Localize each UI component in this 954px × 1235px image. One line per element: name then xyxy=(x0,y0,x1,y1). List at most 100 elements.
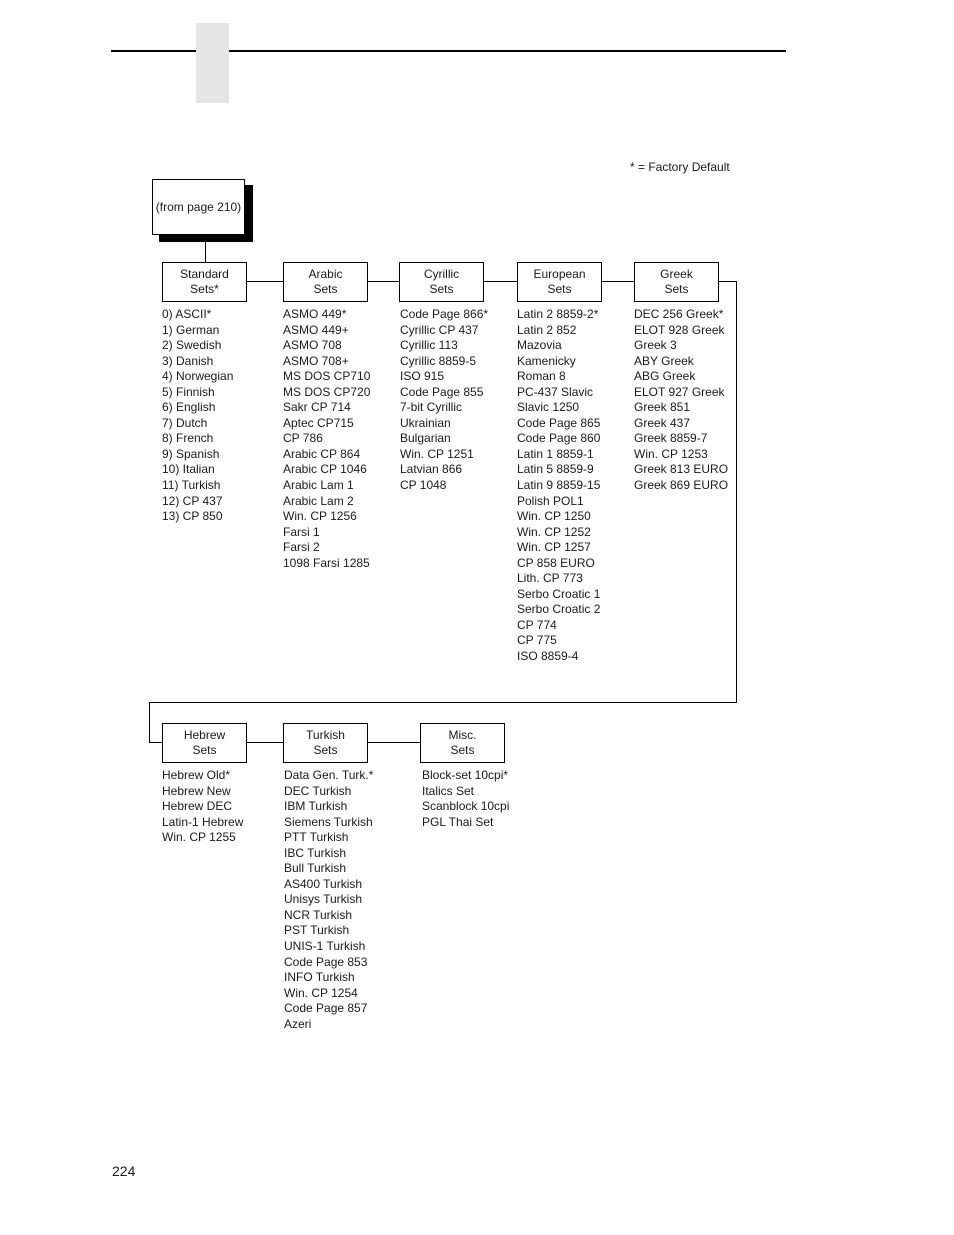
list-item: Hebrew Old* xyxy=(162,768,231,782)
list-item: ELOT 928 Greek xyxy=(634,322,725,337)
european-sets-list: Latin 2 8859-2* Latin 2 852 Mazovia Kamenic… xyxy=(517,307,600,665)
list-item: ELOT 927 Greek xyxy=(634,384,725,399)
list-item: ISO 8859-4 xyxy=(517,649,579,664)
list-item: 1) German xyxy=(162,322,220,337)
set-title-line2: Sets xyxy=(313,282,338,296)
list-item: Win. CP 1256 xyxy=(283,509,357,524)
list-item: Win. CP 1257 xyxy=(517,540,591,555)
list-item: Win. CP 1251 xyxy=(400,446,474,461)
standard-sets-list: 0) ASCII* 1) German 2) Swedish 3) Danish 4) … xyxy=(162,307,233,525)
source-box-label: (from page 210) xyxy=(155,200,242,214)
list-item: Siemens Turkish xyxy=(284,814,373,829)
set-title-line2: Sets xyxy=(450,743,475,757)
connector-cyrillic-european xyxy=(484,281,518,282)
list-item: INFO Turkish xyxy=(284,970,355,985)
list-item: CP 1048 xyxy=(400,478,447,493)
list-item: Greek 851 xyxy=(634,400,691,415)
list-item: Ukrainian xyxy=(400,415,451,430)
list-item: Scanblock 10cpi xyxy=(422,799,510,814)
list-item: Win. CP 1252 xyxy=(517,524,591,539)
set-title-line1: Misc. xyxy=(448,727,477,742)
list-item: Cyrillic 8859-5 xyxy=(400,353,477,368)
list-item: ABG Greek xyxy=(634,369,696,384)
list-item: Code Page 866* xyxy=(400,307,489,321)
connector-source-to-standard xyxy=(205,241,206,263)
set-title-line1: Hebrew xyxy=(183,727,226,742)
list-item: Hebrew DEC xyxy=(162,799,233,814)
chapter-tab xyxy=(196,23,229,103)
list-item: Aptec CP715 xyxy=(283,415,354,430)
list-item: 7) Dutch xyxy=(162,415,208,430)
list-item: Serbo Croatic 1 xyxy=(517,586,601,601)
page-number: 224 xyxy=(112,1163,136,1179)
list-item: Win. CP 1253 xyxy=(634,446,708,461)
factory-default-legend: * = Factory Default xyxy=(630,160,730,174)
connector-wrap-to-hebrew xyxy=(149,742,162,743)
arabic-sets-box: Arabic Sets xyxy=(283,262,368,302)
connector-hebrew-turkish xyxy=(246,742,283,743)
set-title-line2: Sets xyxy=(429,282,454,296)
hebrew-sets-box: Hebrew Sets xyxy=(162,723,247,763)
list-item: Arabic CP 1046 xyxy=(283,462,367,477)
list-item: MS DOS CP710 xyxy=(283,369,371,384)
list-item: Win. CP 1250 xyxy=(517,509,591,524)
connector-european-greek xyxy=(601,281,635,282)
set-title-line2: Sets xyxy=(547,282,572,296)
connector-turkish-misc xyxy=(367,742,421,743)
arabic-sets-list: ASMO 449* ASMO 449+ ASMO 708 ASMO 708+ MS DO… xyxy=(283,307,370,571)
set-title-line1: Standard xyxy=(180,266,229,281)
list-item: DEC Turkish xyxy=(284,783,352,798)
list-item: Cyrillic 113 xyxy=(400,338,458,353)
list-item: 11) Turkish xyxy=(162,478,221,493)
set-title-line2: Sets xyxy=(313,743,338,757)
list-item: Data Gen. Turk.* xyxy=(284,768,374,782)
list-item: Sakr CP 714 xyxy=(283,400,351,415)
list-item: Roman 8 xyxy=(517,369,566,384)
list-item: Unisys Turkish xyxy=(284,892,363,907)
list-item: Lith. CP 773 xyxy=(517,571,583,586)
list-item: 2) Swedish xyxy=(162,338,222,353)
list-item: Latin 2 852 xyxy=(517,322,577,337)
set-title-line1: Cyrillic xyxy=(423,266,460,281)
misc-sets-box: Misc. Sets xyxy=(420,723,505,763)
misc-sets-list: Block-set 10cpi* Italics Set Scanblock 10c… xyxy=(422,768,509,830)
set-title-line2: Sets xyxy=(192,743,217,757)
list-item: Farsi 2 xyxy=(283,540,320,555)
list-item: CP 775 xyxy=(517,633,557,648)
list-item: Greek 869 EURO xyxy=(634,478,729,493)
list-item: Italics Set xyxy=(422,783,475,798)
list-item: PGL Thai Set xyxy=(422,814,494,829)
connector-greek-wrap-h xyxy=(718,281,737,282)
list-item: 4) Norwegian xyxy=(162,369,234,384)
list-item: CP 786 xyxy=(283,431,323,446)
list-item: Latvian 866 xyxy=(400,462,463,477)
list-item: DEC 256 Greek* xyxy=(634,307,724,321)
list-item: 5) Finnish xyxy=(162,384,215,399)
list-item: Farsi 1 xyxy=(283,524,320,539)
list-item: 13) CP 850 xyxy=(162,509,223,524)
list-item: Code Page 857 xyxy=(284,1001,368,1016)
list-item: Greek 3 xyxy=(634,338,677,353)
list-item: Win. CP 1255 xyxy=(162,830,236,845)
list-item: Greek 813 EURO xyxy=(634,462,729,477)
list-item: Latin 1 8859-1 xyxy=(517,446,594,461)
set-title-line1: European xyxy=(533,266,586,281)
list-item: 10) Italian xyxy=(162,462,215,477)
list-item: Hebrew New xyxy=(162,783,231,798)
turkish-sets-box: Turkish Sets xyxy=(283,723,368,763)
list-item: Arabic Lam 2 xyxy=(283,493,354,508)
set-title-line1: Turkish xyxy=(306,727,345,742)
list-item: Mazovia xyxy=(517,338,562,353)
hebrew-sets-list: Hebrew Old* Hebrew New Hebrew DEC Latin-1 H… xyxy=(162,768,243,846)
list-item: ASMO 708 xyxy=(283,338,342,353)
list-item: IBM Turkish xyxy=(284,799,348,814)
cyrillic-sets-list: Code Page 866* Cyrillic CP 437 Cyrillic 11… xyxy=(400,307,488,494)
connector-wrap-bottom-h xyxy=(149,702,737,703)
list-item: 0) ASCII* xyxy=(162,307,212,321)
list-item: Azeri xyxy=(284,1016,312,1031)
connector-wrap-left-v xyxy=(149,702,150,743)
list-item: Kamenicky xyxy=(517,353,576,368)
list-item: PC-437 Slavic xyxy=(517,384,594,399)
list-item: 12) CP 437 xyxy=(162,493,223,508)
list-item: 8) French xyxy=(162,431,214,446)
